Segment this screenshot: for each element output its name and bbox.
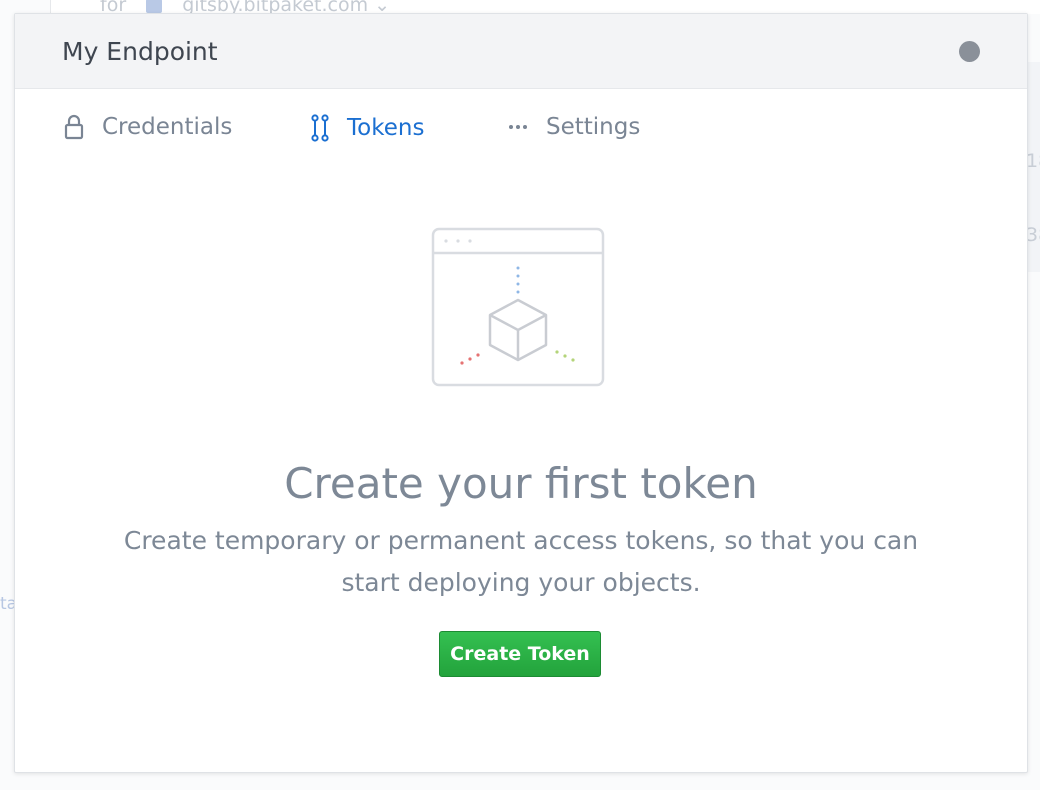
endpoint-modal: My Endpoint Credentials Tokens Settings … (14, 13, 1028, 773)
tab-settings-label: Settings (546, 114, 641, 140)
more-dots-icon (508, 124, 528, 130)
tab-tokens[interactable]: Tokens (311, 114, 424, 142)
lock-icon (64, 114, 84, 140)
tab-credentials[interactable]: Credentials (64, 114, 232, 140)
modal-header: My Endpoint (15, 14, 1027, 89)
empty-state-title: Create your first token (284, 459, 758, 508)
tab-credentials-label: Credentials (102, 114, 233, 140)
package-icon (146, 0, 163, 13)
background-cell-fragment: 18 (1026, 150, 1040, 172)
create-token-button[interactable]: Create Token (439, 631, 601, 677)
modal-title: My Endpoint (62, 37, 218, 66)
tab-tokens-label: Tokens (347, 115, 425, 141)
close-button[interactable] (959, 41, 980, 62)
token-icon (311, 114, 329, 142)
tab-settings[interactable]: Settings (508, 114, 640, 140)
background-cell-fragment: 38 (1026, 224, 1040, 246)
empty-state-description: Create temporary or permanent access tok… (123, 526, 919, 597)
empty-state-illustration (431, 227, 605, 391)
